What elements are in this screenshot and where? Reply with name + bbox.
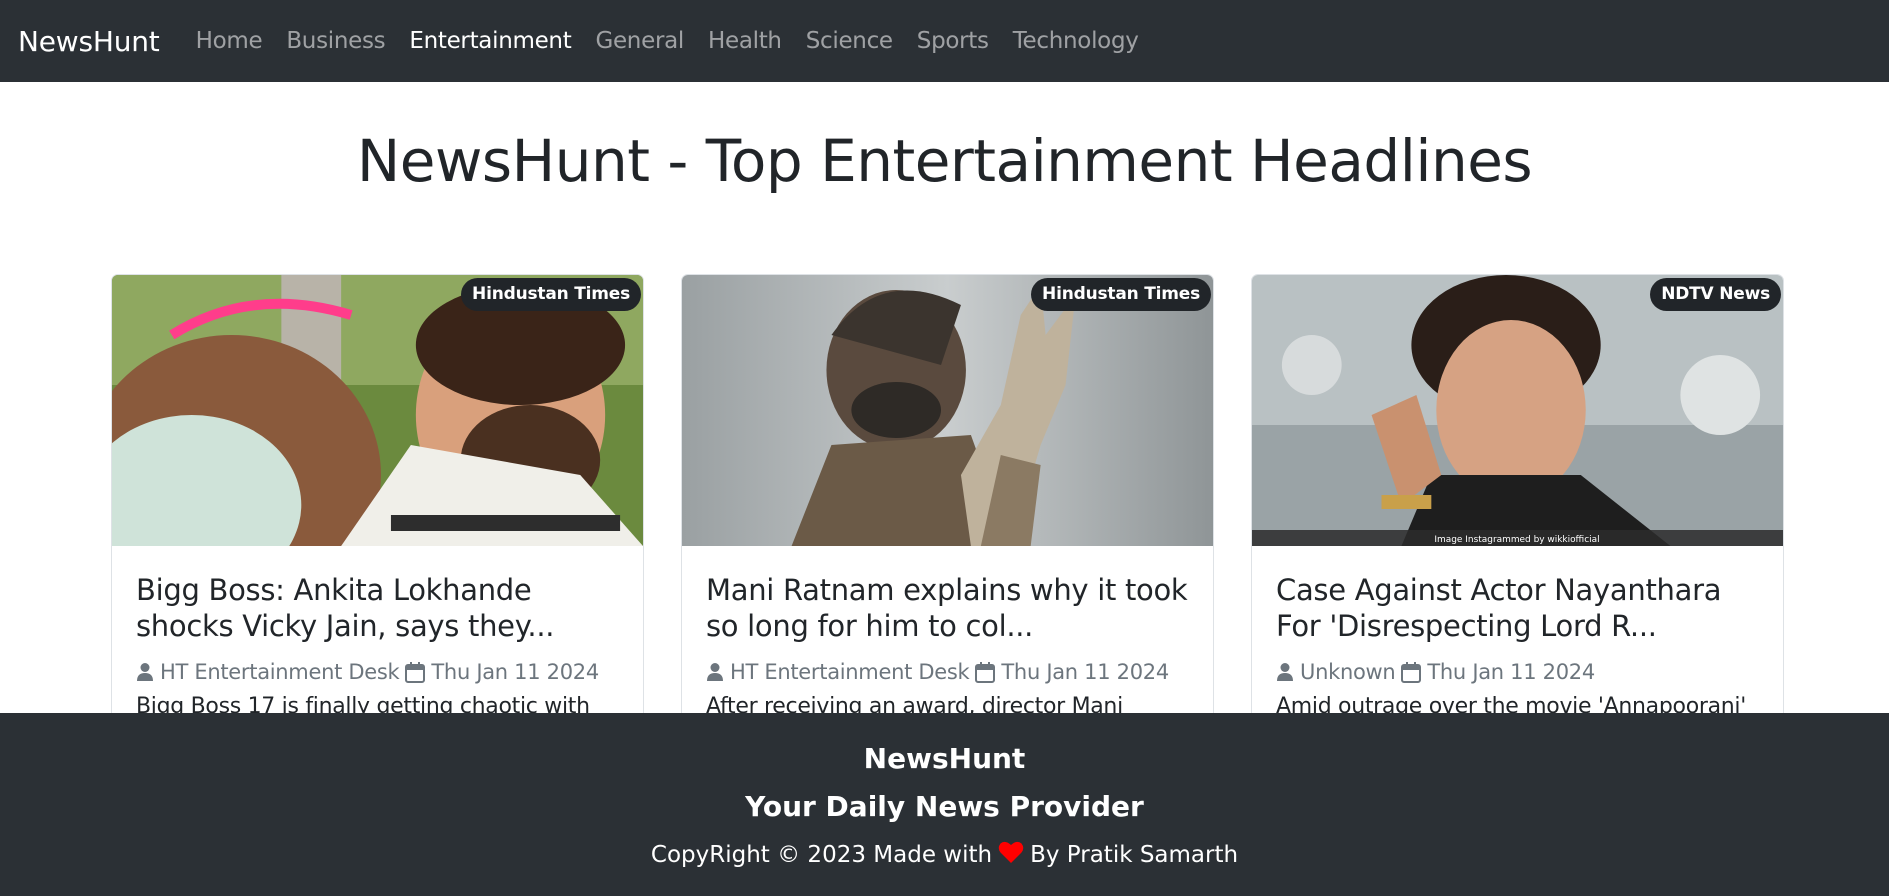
author-name: HT Entertainment Desk	[160, 660, 400, 684]
nav-link-entertainment[interactable]: Entertainment	[409, 28, 571, 54]
person-icon	[706, 662, 724, 682]
article-photo	[112, 275, 643, 546]
footer-tagline: Your Daily News Provider	[745, 790, 1144, 823]
nav-link-home[interactable]: Home	[196, 28, 263, 54]
footer: NewsHunt Your Daily News Provider CopyRi…	[0, 713, 1889, 896]
article-photo: Image Instagrammed by wikkiofficial	[1252, 275, 1783, 546]
news-card-grid: Hindustan Times Bigg Boss: Ankita Lokhan…	[111, 274, 1785, 734]
calendar-icon	[405, 661, 426, 683]
nav-link-technology[interactable]: Technology	[1013, 28, 1139, 54]
card-body: Case Against Actor Nayanthara For 'Disre…	[1252, 546, 1783, 719]
nav-links: Home Business Entertainment General Heal…	[196, 28, 1163, 54]
card-meta: HT Entertainment Desk Thu Jan 11 2024	[136, 660, 618, 684]
image-caption: Image Instagrammed by wikkiofficial	[1434, 535, 1599, 545]
card-meta: HT Entertainment Desk Thu Jan 11 2024	[706, 660, 1188, 684]
footer-brand: NewsHunt	[863, 742, 1026, 775]
news-card: Hindustan Times Mani Ratnam explains why…	[681, 274, 1214, 734]
source-badge: Hindustan Times	[1031, 278, 1211, 311]
news-card: Image Instagrammed by wikkiofficial NDTV…	[1251, 274, 1784, 734]
person-icon	[136, 662, 154, 682]
footer-copyright: CopyRight © 2023 Made with By Pratik Sam…	[0, 840, 1889, 870]
source-badge: NDTV News	[1650, 278, 1781, 311]
source-badge: Hindustan Times	[461, 278, 641, 311]
calendar-icon	[1401, 661, 1422, 683]
navbar-brand[interactable]: NewsHunt	[18, 25, 160, 58]
news-card: Hindustan Times Bigg Boss: Ankita Lokhan…	[111, 274, 644, 734]
copyright-prefix: CopyRight © 2023 Made with	[650, 842, 993, 868]
card-meta: Unknown Thu Jan 11 2024	[1276, 660, 1758, 684]
nav-link-business[interactable]: Business	[286, 28, 385, 54]
nav-link-general[interactable]: General	[595, 28, 684, 54]
publish-date: Thu Jan 11 2024	[1427, 660, 1595, 684]
nav-link-science[interactable]: Science	[806, 28, 893, 54]
nav-link-sports[interactable]: Sports	[917, 28, 989, 54]
heart-icon	[998, 840, 1024, 870]
calendar-icon	[975, 661, 996, 683]
card-title[interactable]: Mani Ratnam explains why it took so long…	[706, 572, 1188, 644]
news-card-image[interactable]: Hindustan Times	[682, 275, 1213, 546]
article-photo	[682, 275, 1213, 546]
card-title[interactable]: Bigg Boss: Ankita Lokhande shocks Vicky …	[136, 572, 618, 644]
card-title[interactable]: Case Against Actor Nayanthara For 'Disre…	[1276, 572, 1758, 644]
copyright-suffix: By Pratik Samarth	[1030, 842, 1239, 868]
publish-date: Thu Jan 11 2024	[431, 660, 599, 684]
card-body: Mani Ratnam explains why it took so long…	[682, 546, 1213, 719]
person-icon	[1276, 662, 1294, 682]
nav-link-health[interactable]: Health	[708, 28, 782, 54]
publish-date: Thu Jan 11 2024	[1001, 660, 1169, 684]
author-name: Unknown	[1300, 660, 1396, 684]
author-name: HT Entertainment Desk	[730, 660, 970, 684]
navbar: NewsHunt Home Business Entertainment Gen…	[0, 0, 1889, 82]
card-body: Bigg Boss: Ankita Lokhande shocks Vicky …	[112, 546, 643, 719]
page-title: NewsHunt - Top Entertainment Headlines	[356, 127, 1533, 195]
news-card-image[interactable]: Hindustan Times	[112, 275, 643, 546]
news-card-image[interactable]: Image Instagrammed by wikkiofficial NDTV…	[1252, 275, 1783, 546]
